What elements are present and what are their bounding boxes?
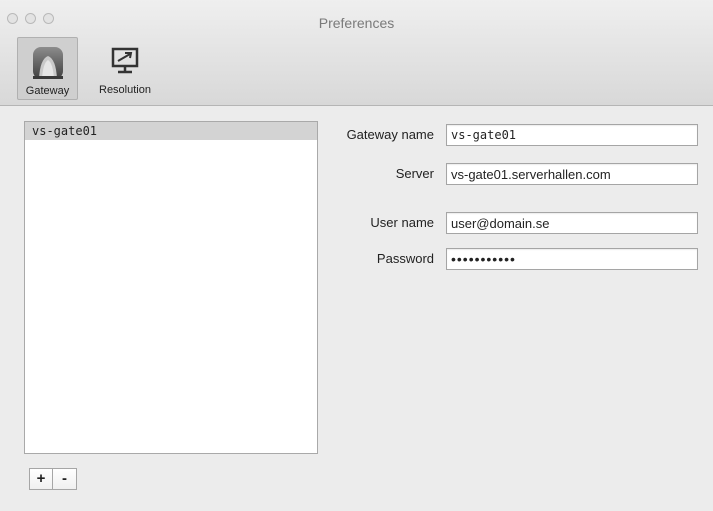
remove-gateway-button[interactable]: - [53, 468, 77, 490]
password-label: Password [376, 251, 434, 266]
gateway-icon [28, 43, 68, 83]
toolbar-item-label: Resolution [99, 84, 151, 96]
user-name-field[interactable] [446, 212, 698, 234]
server-label: Server [395, 166, 434, 181]
gateway-name-field[interactable] [446, 124, 698, 146]
window-title: Preferences [318, 15, 395, 31]
preferences-window: Preferences Gateway Resolution vs-gate01… [0, 0, 713, 511]
list-item[interactable]: vs-gate01 [25, 122, 317, 140]
toolbar-item-resolution[interactable]: Resolution [89, 37, 161, 100]
toolbar-item-gateway[interactable]: Gateway [17, 37, 78, 100]
password-field[interactable] [446, 248, 698, 270]
user-name-label: User name [370, 215, 434, 230]
toolbar-item-label: Gateway [25, 85, 70, 97]
gateway-list[interactable]: vs-gate01 [24, 121, 318, 454]
server-field[interactable] [446, 163, 698, 185]
list-button-group: + - [29, 468, 77, 490]
add-gateway-button[interactable]: + [29, 468, 53, 490]
gateway-name-label: Gateway name [346, 127, 434, 142]
resolution-icon [105, 42, 145, 82]
titlebar: Preferences Gateway Resolution [0, 0, 713, 106]
